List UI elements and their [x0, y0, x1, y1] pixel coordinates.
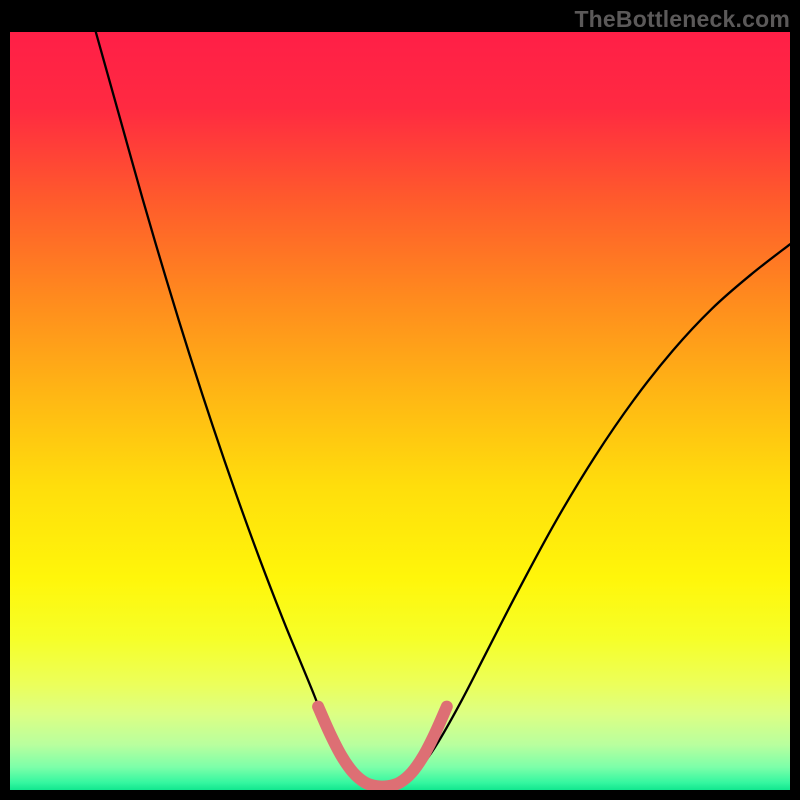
left-curve: [96, 32, 385, 787]
plot-area: [10, 32, 790, 790]
plot-inner: [10, 32, 790, 790]
curves-layer: [10, 32, 790, 790]
chart-container: TheBottleneck.com: [0, 0, 800, 800]
bottom-highlight: [318, 707, 447, 787]
watermark-text: TheBottleneck.com: [574, 6, 790, 33]
